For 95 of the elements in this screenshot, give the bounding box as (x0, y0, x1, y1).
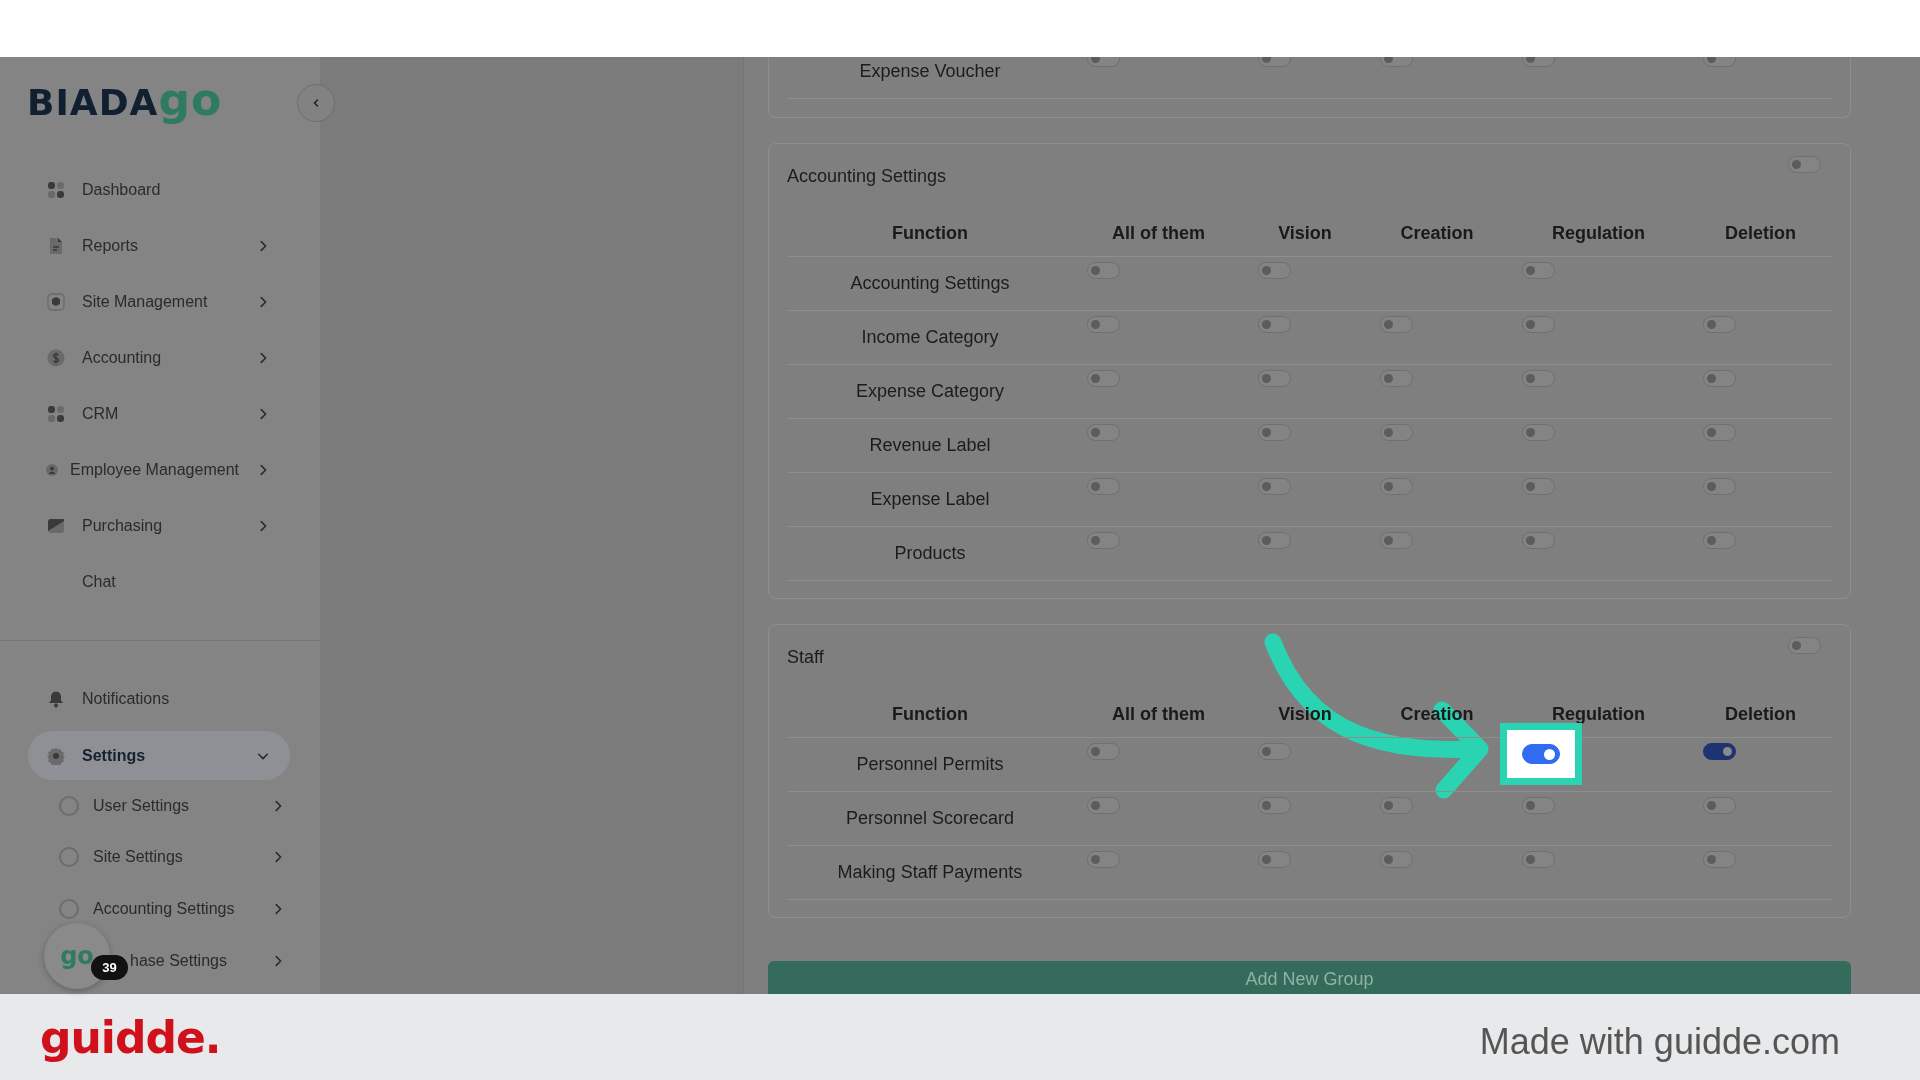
bell-icon (47, 690, 65, 708)
toggle-switch[interactable] (1380, 316, 1413, 333)
toggle-switch[interactable] (1380, 532, 1413, 549)
section-title: Staff (787, 647, 824, 667)
toggle-switch[interactable] (1258, 478, 1291, 495)
function-name: Revenue Label (787, 419, 1073, 473)
function-name: Personnel Scorecard (787, 792, 1073, 846)
toggle-switch[interactable] (1703, 424, 1736, 441)
brand-logo: guidde. (40, 1011, 221, 1063)
toggle-switch[interactable] (1087, 262, 1120, 279)
toggle-switch[interactable] (1087, 532, 1120, 549)
menu-item[interactable]: Notifications (0, 671, 320, 727)
toggle-switch[interactable] (1258, 424, 1291, 441)
toggle-switch[interactable] (1258, 262, 1291, 279)
function-name: Products (787, 527, 1073, 581)
toggle-switch[interactable] (1087, 424, 1120, 441)
toggle-switch[interactable] (1788, 156, 1821, 173)
toggle-switch[interactable] (1522, 532, 1555, 549)
function-name: Making Staff Payments (787, 846, 1073, 900)
toggle-switch[interactable] (1258, 797, 1291, 814)
grid-icon (47, 181, 65, 199)
toggle-switch[interactable] (1380, 797, 1413, 814)
chevron-left-icon (311, 98, 321, 108)
radio-icon (59, 899, 79, 919)
column-header: All of them (1073, 209, 1244, 257)
column-header: Creation (1366, 209, 1508, 257)
function-name: Expense Voucher (787, 57, 1073, 99)
toggle-switch[interactable] (1703, 851, 1736, 868)
radio-icon (59, 795, 79, 816)
grid-icon (47, 405, 65, 423)
submenu-item[interactable]: hase Settings (130, 934, 320, 987)
toggle-switch[interactable] (1087, 316, 1120, 333)
toggle-switch[interactable] (1087, 851, 1120, 868)
toggle-switch[interactable] (1522, 744, 1560, 764)
menu-item[interactable]: Purchasing (0, 498, 320, 554)
toggle-switch[interactable] (1258, 316, 1291, 333)
toggle-switch[interactable] (1258, 532, 1291, 549)
column-header: Deletion (1689, 690, 1832, 738)
toggle-switch[interactable] (1087, 743, 1120, 760)
toggle-switch[interactable] (1087, 797, 1120, 814)
column-header: Regulation (1508, 209, 1689, 257)
toggle-switch[interactable] (1703, 743, 1736, 760)
menu-item[interactable]: CRM (0, 386, 320, 442)
menu-item[interactable]: Reports (0, 218, 320, 274)
radio-icon (59, 847, 79, 868)
submenu-item[interactable]: Site Settings (0, 831, 320, 884)
function-name: Personnel Permits (787, 738, 1073, 792)
column-header: Deletion (1689, 209, 1832, 257)
toggle-switch[interactable] (1522, 316, 1555, 333)
toggle-switch[interactable] (1258, 743, 1291, 760)
toggle-switch[interactable] (1380, 851, 1413, 868)
toggle-switch[interactable] (1087, 478, 1120, 495)
function-name: Expense Label (787, 473, 1073, 527)
document-icon (47, 237, 65, 255)
toggle-switch[interactable] (1522, 478, 1555, 495)
toggle-switch[interactable] (1380, 370, 1413, 387)
toggle-switch[interactable] (1087, 370, 1120, 387)
toggle-switch[interactable] (1522, 851, 1555, 868)
toggle-switch[interactable] (1703, 532, 1736, 549)
toggle-switch[interactable] (1522, 262, 1555, 279)
column-header: Vision (1244, 209, 1366, 257)
card-icon (47, 517, 65, 535)
menu-item[interactable]: Chat (0, 554, 320, 610)
person-icon (46, 464, 58, 476)
section-title: Accounting Settings (787, 166, 947, 186)
toggle-switch[interactable] (1380, 424, 1413, 441)
toggle-switch[interactable] (1258, 851, 1291, 868)
dollar-icon (47, 349, 65, 367)
toggle-switch[interactable] (1522, 370, 1555, 387)
toggle-switch[interactable] (1703, 370, 1736, 387)
toggle-switch[interactable] (1380, 478, 1413, 495)
function-name: Income Category (787, 311, 1073, 365)
column-header: Function (787, 690, 1073, 738)
box-icon (47, 293, 65, 311)
column-header: Function (787, 209, 1073, 257)
credit-text: Made with guidde.com (1479, 1021, 1840, 1063)
add-group-button[interactable]: Add New Group (768, 961, 1851, 994)
toggle-switch[interactable] (1703, 316, 1736, 333)
menu-item[interactable]: Settings (28, 731, 290, 780)
collapse-button[interactable] (297, 84, 335, 122)
menu-item[interactable]: Dashboard (0, 162, 320, 218)
submenu-item[interactable]: User Settings (0, 780, 320, 832)
function-name: Accounting Settings (787, 257, 1073, 311)
menu-item[interactable]: Site Management (0, 274, 320, 330)
toggle-switch[interactable] (1522, 424, 1555, 441)
menu-item[interactable]: Employee Management (0, 442, 320, 498)
toggle-switch[interactable] (1703, 797, 1736, 814)
toggle-switch[interactable] (1258, 370, 1291, 387)
toggle-switch[interactable] (1703, 478, 1736, 495)
column-header: All of them (1073, 690, 1244, 738)
toggle-switch[interactable] (1788, 637, 1821, 654)
toggle-switch[interactable] (1522, 797, 1555, 814)
function-name: Expense Category (787, 365, 1073, 419)
menu-item[interactable]: Accounting (0, 330, 320, 386)
settings-icon (47, 746, 65, 765)
